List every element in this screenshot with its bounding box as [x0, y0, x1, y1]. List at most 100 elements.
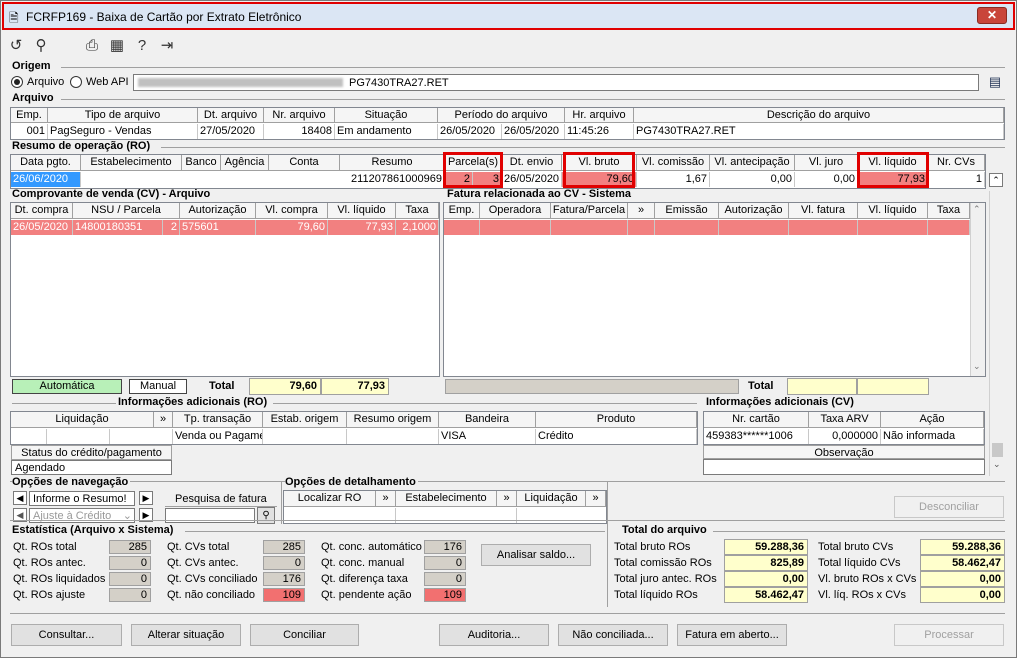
stat-value: 285	[263, 540, 305, 554]
col-vl-juro[interactable]: Vl. juro	[795, 155, 858, 171]
radio-arquivo[interactable]	[11, 76, 23, 88]
localizar-ro-expand[interactable]: »	[376, 491, 396, 507]
total-value: 0,00	[724, 571, 808, 587]
nao-conciliada-button[interactable]: Não conciliada...	[558, 624, 668, 646]
close-button[interactable]: ✕	[977, 7, 1007, 24]
col-fat-taxa[interactable]: Taxa	[928, 203, 970, 219]
info-cv-label: Informações adicionais (CV)	[706, 396, 854, 408]
observacao-field[interactable]	[703, 459, 985, 475]
col-taxa-arv[interactable]: Taxa ARV	[809, 412, 881, 428]
col-tp-transacao[interactable]: Tp. transação	[173, 412, 263, 428]
nav-prev-icon[interactable]: ◀	[13, 491, 27, 505]
radio-webapi[interactable]	[70, 76, 82, 88]
col-emp[interactable]: Emp.	[11, 108, 48, 123]
pesquisa-search-icon[interactable]: ⚲	[257, 507, 275, 524]
col-conta[interactable]: Conta	[269, 155, 340, 171]
auditoria-button[interactable]: Auditoria...	[439, 624, 549, 646]
estabelecimento-expand[interactable]: »	[497, 491, 517, 507]
cv-label: Comprovante de venda (CV) - Arquivo	[12, 188, 211, 200]
col-dt-compra[interactable]: Dt. compra	[11, 203, 73, 219]
resumo-scroll-up[interactable]: ⌃	[989, 173, 1003, 187]
col-vl-fatura[interactable]: Vl. fatura	[789, 203, 858, 219]
liquidacao-button[interactable]: Liquidação	[517, 491, 586, 507]
main-scrollbar[interactable]: ⌄	[989, 191, 1005, 476]
col-tipo[interactable]: Tipo de arquivo	[48, 108, 198, 123]
arquivo-label: Arquivo	[12, 92, 54, 104]
undo-icon[interactable]: ↺	[7, 37, 25, 55]
file-path-input[interactable]: PG7430TRA27.RET	[133, 74, 979, 91]
exit-icon[interactable]: ⇥	[158, 37, 176, 55]
conciliar-button[interactable]: Conciliar	[250, 624, 359, 646]
col-resumo[interactable]: Resumo	[340, 155, 445, 171]
fatura-scrollbar[interactable]: ⌃ ⌄	[970, 203, 985, 376]
legend-automatica: Automática	[12, 379, 122, 394]
col-dt-arquivo[interactable]: Dt. arquivo	[198, 108, 264, 123]
nav-next-icon[interactable]: ▶	[139, 491, 153, 505]
stat-label: Qt. ROs liquidados	[13, 573, 106, 585]
col-taxa[interactable]: Taxa	[396, 203, 439, 219]
informe-resumo-input[interactable]: Informe o Resumo!	[29, 491, 135, 506]
col-descricao[interactable]: Descrição do arquivo	[634, 108, 1004, 123]
total-label: Vl. líq. ROs x CVs	[818, 589, 907, 601]
highlight-vl-bruto	[563, 152, 635, 188]
liquidacao-expand[interactable]: »	[586, 491, 606, 507]
processar-button[interactable]: Processar	[894, 624, 1004, 646]
col-agencia[interactable]: Agência	[221, 155, 269, 171]
nav-label: Opções de navegação	[12, 476, 131, 488]
col-emissao[interactable]: Emissão	[655, 203, 719, 219]
col-estabelecimento[interactable]: Estabelecimento	[81, 155, 182, 171]
col-resumo-origem[interactable]: Resumo origem	[347, 412, 439, 428]
col-autorizacao[interactable]: Autorização	[180, 203, 256, 219]
help-icon[interactable]: ?	[133, 37, 151, 55]
col-fat-expand[interactable]: »	[628, 203, 655, 219]
col-fat-vl-liquido[interactable]: Vl. líquido	[858, 203, 928, 219]
col-fatura-parcela[interactable]: Fatura/Parcela	[551, 203, 628, 219]
fatura-aberto-button[interactable]: Fatura em aberto...	[677, 624, 787, 646]
stat-value: 0	[109, 572, 151, 586]
calendar-icon[interactable]: ▦	[108, 37, 126, 55]
col-produto[interactable]: Produto	[536, 412, 697, 428]
fatura-total-liq	[857, 378, 929, 395]
col-periodo[interactable]: Período do arquivo	[438, 108, 565, 123]
col-vl-comissao[interactable]: Vl. comissão	[637, 155, 710, 171]
browse-file-icon[interactable]: ▤	[985, 74, 1005, 91]
col-operadora[interactable]: Operadora	[480, 203, 551, 219]
col-situacao[interactable]: Situação	[335, 108, 438, 123]
alterar-situacao-button[interactable]: Alterar situação	[131, 624, 241, 646]
search-icon[interactable]: ⚲	[32, 37, 50, 55]
localizar-ro-button[interactable]: Localizar RO	[284, 491, 376, 507]
col-data-pgto[interactable]: Data pgto.	[11, 155, 81, 171]
col-fat-autorizacao[interactable]: Autorização	[719, 203, 789, 219]
consultar-button[interactable]: Consultar...	[11, 624, 122, 646]
arquivo-grid: Emp. Tipo de arquivo Dt. arquivo Nr. arq…	[10, 107, 1005, 140]
col-nsu[interactable]: NSU / Parcela	[73, 203, 180, 219]
desconciliar-button[interactable]: Desconciliar	[894, 496, 1004, 518]
col-dt-envio[interactable]: Dt. envio	[502, 155, 562, 171]
status-credito-value: Agendado	[11, 460, 172, 475]
col-vl-compra[interactable]: Vl. compra	[256, 203, 328, 219]
col-nr-cartao[interactable]: Nr. cartão	[704, 412, 809, 428]
col-vl-antecipacao[interactable]: Vl. antecipação	[710, 155, 795, 171]
total-label: Total comissão ROs	[614, 557, 712, 569]
col-bandeira[interactable]: Bandeira	[439, 412, 536, 428]
blurred-path	[138, 78, 343, 87]
window-title: FCRFP169 - Baixa de Cartão por Extrato E…	[26, 10, 302, 24]
main-window: 🗎 FCRFP169 - Baixa de Cartão por Extrato…	[0, 0, 1017, 658]
col-nr-arquivo[interactable]: Nr. arquivo	[264, 108, 335, 123]
stat-value-alert: 109	[263, 588, 305, 602]
estabelecimento-button[interactable]: Estabelecimento	[396, 491, 497, 507]
total-value: 58.462,47	[724, 587, 808, 603]
col-liquidacao[interactable]: Liquidação	[11, 412, 154, 428]
col-vl-liquido-cv[interactable]: Vl. líquido	[328, 203, 396, 219]
col-fat-emp[interactable]: Emp.	[444, 203, 480, 219]
fatura-total-label: Total	[748, 380, 774, 392]
col-nr-cvs[interactable]: Nr. CVs	[928, 155, 985, 171]
col-acao[interactable]: Ação	[881, 412, 984, 428]
col-estab-origem[interactable]: Estab. origem	[263, 412, 347, 428]
stat-label: Qt. pendente ação	[321, 589, 412, 601]
col-liquidacao-expand[interactable]: »	[154, 412, 173, 428]
analisar-saldo-button[interactable]: Analisar saldo...	[481, 544, 591, 566]
col-hr-arquivo[interactable]: Hr. arquivo	[565, 108, 634, 123]
col-banco[interactable]: Banco	[182, 155, 221, 171]
print-icon[interactable]: ⎙	[83, 37, 101, 55]
